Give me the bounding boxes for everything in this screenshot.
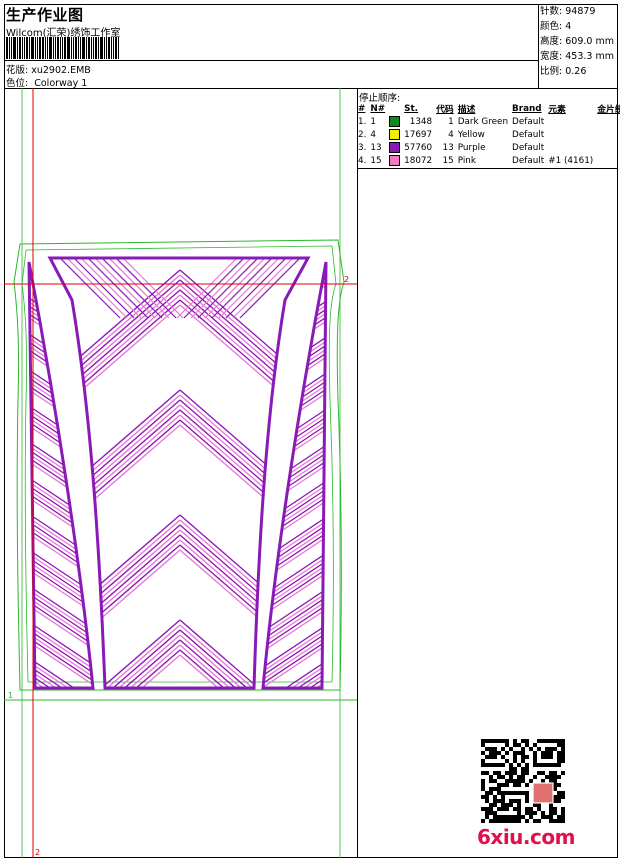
marker-1: 1 xyxy=(8,691,13,700)
center-chevron-fill xyxy=(50,258,308,688)
marker-2-right: 2 xyxy=(344,275,349,284)
watermark-text: 6xiu.com xyxy=(477,825,575,849)
design-canvas: 1 2 2 xyxy=(4,88,357,858)
qr-code-icon xyxy=(481,739,565,823)
marker-2-bottom: 2 xyxy=(35,848,40,857)
